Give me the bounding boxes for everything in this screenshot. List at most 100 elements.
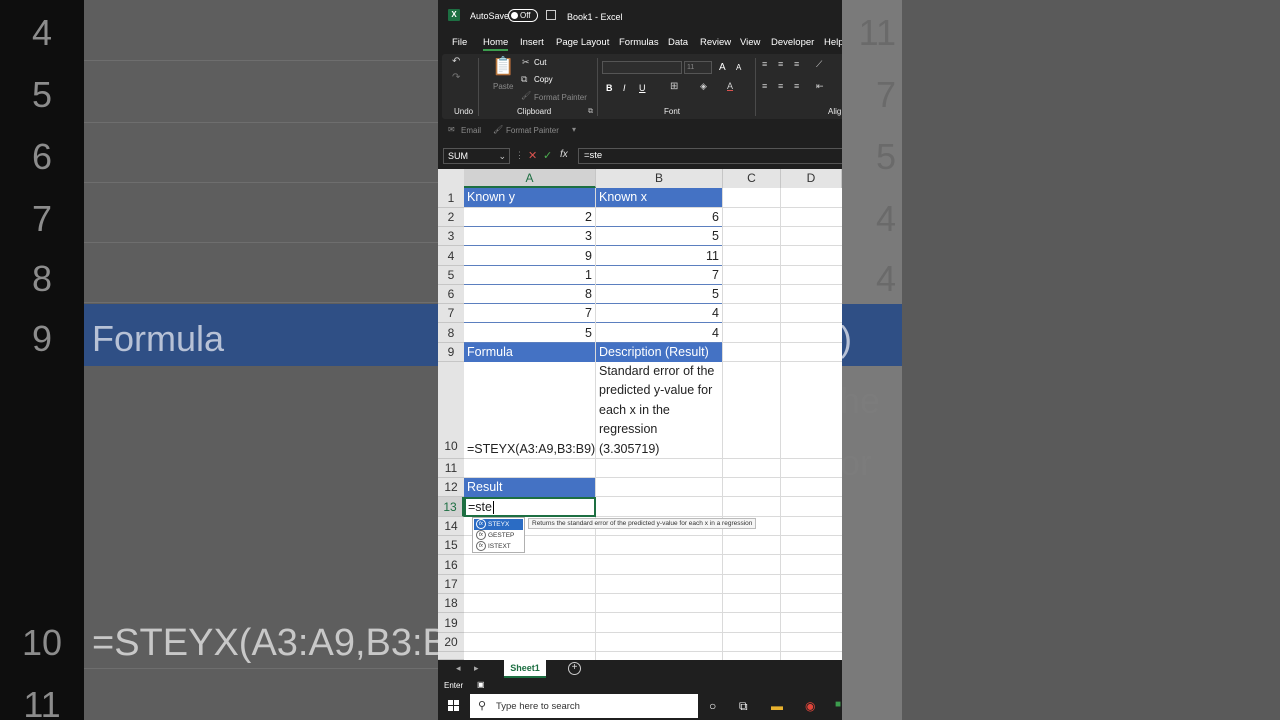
qat-format-painter-button[interactable]: Format Painter bbox=[506, 126, 559, 135]
windows-start-icon[interactable] bbox=[448, 700, 460, 712]
align-right-icon[interactable]: ≡ bbox=[794, 81, 799, 91]
cell-known-y[interactable]: 9 bbox=[464, 246, 595, 266]
row-header[interactable]: 12 bbox=[438, 478, 464, 497]
paste-button[interactable]: Paste bbox=[493, 82, 513, 91]
email-button[interactable]: Email bbox=[461, 126, 481, 135]
tab-page-layout[interactable]: Page Layout bbox=[556, 37, 609, 48]
cell-known-x[interactable]: 7 bbox=[596, 266, 722, 285]
accessibility-icon[interactable]: ▣ bbox=[477, 680, 485, 689]
row-header[interactable]: 11 bbox=[438, 459, 464, 478]
save-icon[interactable] bbox=[546, 10, 556, 20]
cell-known-y[interactable]: 2 bbox=[464, 207, 595, 227]
row-header[interactable]: 3 bbox=[438, 227, 464, 246]
autosave-toggle[interactable]: Off bbox=[508, 9, 538, 22]
row-header[interactable]: 20 bbox=[438, 633, 464, 652]
tab-data[interactable]: Data bbox=[668, 37, 688, 48]
tab-developer[interactable]: Developer bbox=[771, 37, 814, 48]
tab-home[interactable]: Home bbox=[483, 37, 509, 51]
redo-icon[interactable]: ↷ bbox=[452, 72, 460, 83]
cell-known-x[interactable]: 6 bbox=[596, 207, 722, 227]
autocomplete-item-gestep[interactable]: fx GESTEP bbox=[474, 530, 523, 541]
row-header[interactable]: 16 bbox=[438, 555, 464, 575]
orientation-icon[interactable]: ⟋ bbox=[816, 59, 822, 70]
chrome-icon[interactable]: ◉ bbox=[805, 699, 815, 713]
tab-formulas[interactable]: Formulas bbox=[619, 37, 659, 48]
undo-icon[interactable]: ↶ bbox=[452, 56, 460, 67]
tab-review[interactable]: Review bbox=[700, 37, 731, 48]
cell-known-x[interactable]: 5 bbox=[596, 227, 722, 246]
cell-b10-line[interactable]: Standard error of the bbox=[599, 364, 722, 383]
row-header[interactable]: 2 bbox=[438, 208, 464, 227]
bold-button[interactable]: B bbox=[606, 83, 613, 93]
cell-a12[interactable]: Result bbox=[464, 478, 595, 497]
row-header[interactable]: 13 bbox=[438, 497, 464, 517]
task-view-icon[interactable]: ⧉ bbox=[739, 699, 748, 714]
copy-button[interactable]: Copy bbox=[534, 75, 553, 84]
tab-help[interactable]: Help bbox=[824, 37, 842, 48]
font-color-icon[interactable]: A bbox=[727, 81, 733, 91]
cell-known-y[interactable]: 1 bbox=[464, 266, 595, 285]
cell-a10[interactable]: =STEYX(A3:A9,B3:B9) bbox=[467, 442, 595, 458]
row-header[interactable]: 8 bbox=[438, 323, 464, 343]
autocomplete-item-istext[interactable]: fx ISTEXT bbox=[474, 541, 523, 552]
cell-known-y[interactable]: 5 bbox=[464, 323, 595, 343]
row-header[interactable]: 4 bbox=[438, 246, 464, 266]
row-header[interactable]: 5 bbox=[438, 266, 464, 285]
cell-known-y[interactable]: 8 bbox=[464, 285, 595, 304]
add-sheet-icon[interactable]: + bbox=[568, 662, 581, 675]
align-middle-icon[interactable]: ≡ bbox=[778, 59, 783, 69]
qat-customize-icon[interactable]: ▾ bbox=[572, 125, 576, 134]
autocomplete-list[interactable]: fx STEYX fx GESTEP fx ISTEXT bbox=[472, 517, 525, 553]
cell-known-x[interactable]: 11 bbox=[596, 246, 722, 266]
format-painter-icon[interactable]: 🖌 bbox=[493, 125, 503, 134]
grow-font-button[interactable]: A bbox=[719, 62, 726, 73]
format-painter-icon[interactable]: 🖌 bbox=[521, 91, 531, 100]
cell-known-y[interactable]: 7 bbox=[464, 304, 595, 323]
cut-icon[interactable]: ✂ bbox=[522, 57, 530, 68]
row-header[interactable]: 19 bbox=[438, 613, 464, 633]
align-center-icon[interactable]: ≡ bbox=[778, 81, 783, 91]
select-all-corner[interactable] bbox=[438, 169, 464, 188]
active-cell-a13[interactable]: =ste bbox=[464, 497, 596, 517]
file-explorer-icon[interactable]: ▬ bbox=[771, 699, 783, 713]
cell-b10-line[interactable]: (3.305719) bbox=[599, 442, 722, 458]
chevron-left-icon[interactable]: ◂ bbox=[456, 663, 461, 674]
cell-a1[interactable]: Known y bbox=[464, 188, 595, 207]
cut-button[interactable]: Cut bbox=[534, 58, 546, 67]
tab-file[interactable]: File bbox=[452, 37, 467, 48]
cell-known-y[interactable]: 3 bbox=[464, 227, 595, 246]
format-painter-button[interactable]: Format Painter bbox=[534, 93, 587, 102]
cortana-icon[interactable]: ○ bbox=[709, 699, 716, 713]
row-header[interactable]: 1 bbox=[438, 188, 464, 208]
excel-taskbar-icon[interactable]: ■ bbox=[835, 699, 841, 710]
font-name-box[interactable] bbox=[602, 61, 682, 74]
indent-icon[interactable]: ⇤ bbox=[816, 81, 824, 92]
clipboard-launcher-icon[interactable]: ⧉ bbox=[588, 108, 593, 116]
row-header[interactable]: 6 bbox=[438, 285, 464, 304]
cancel-icon[interactable]: ✕ bbox=[528, 149, 537, 162]
row-header[interactable]: 15 bbox=[438, 536, 464, 555]
column-header-d[interactable]: D bbox=[781, 169, 842, 188]
fill-color-icon[interactable]: ◈ bbox=[700, 81, 707, 92]
enter-check-icon[interactable]: ✓ bbox=[543, 149, 552, 162]
insert-function-icon[interactable]: fx bbox=[560, 149, 568, 160]
column-header-c[interactable]: C bbox=[723, 169, 781, 188]
cell-b9[interactable]: Description (Result) bbox=[596, 343, 722, 362]
align-left-icon[interactable]: ≡ bbox=[762, 81, 767, 91]
cell-known-x[interactable]: 4 bbox=[596, 323, 722, 343]
font-size-box[interactable]: 11 bbox=[684, 61, 712, 74]
underline-button[interactable]: U bbox=[639, 83, 646, 93]
row-header[interactable]: 17 bbox=[438, 575, 464, 594]
chevron-down-icon[interactable]: ⌄ bbox=[498, 149, 506, 163]
cell-b1[interactable]: Known x bbox=[596, 188, 722, 207]
row-header[interactable]: 10 bbox=[438, 362, 464, 459]
copy-icon[interactable]: ⧉ bbox=[521, 74, 527, 85]
formula-input[interactable]: =ste bbox=[578, 148, 842, 164]
align-top-icon[interactable]: ≡ bbox=[762, 59, 767, 69]
row-header[interactable]: 7 bbox=[438, 304, 464, 323]
worksheet-grid[interactable]: A B C D 1 2 3 4 5 6 7 8 9 10 11 12 13 14… bbox=[438, 169, 842, 660]
borders-icon[interactable]: ⊞ bbox=[670, 81, 678, 92]
cell-known-x[interactable]: 4 bbox=[596, 304, 722, 323]
tab-insert[interactable]: Insert bbox=[520, 37, 544, 48]
chevron-right-icon[interactable]: ▸ bbox=[474, 663, 479, 674]
